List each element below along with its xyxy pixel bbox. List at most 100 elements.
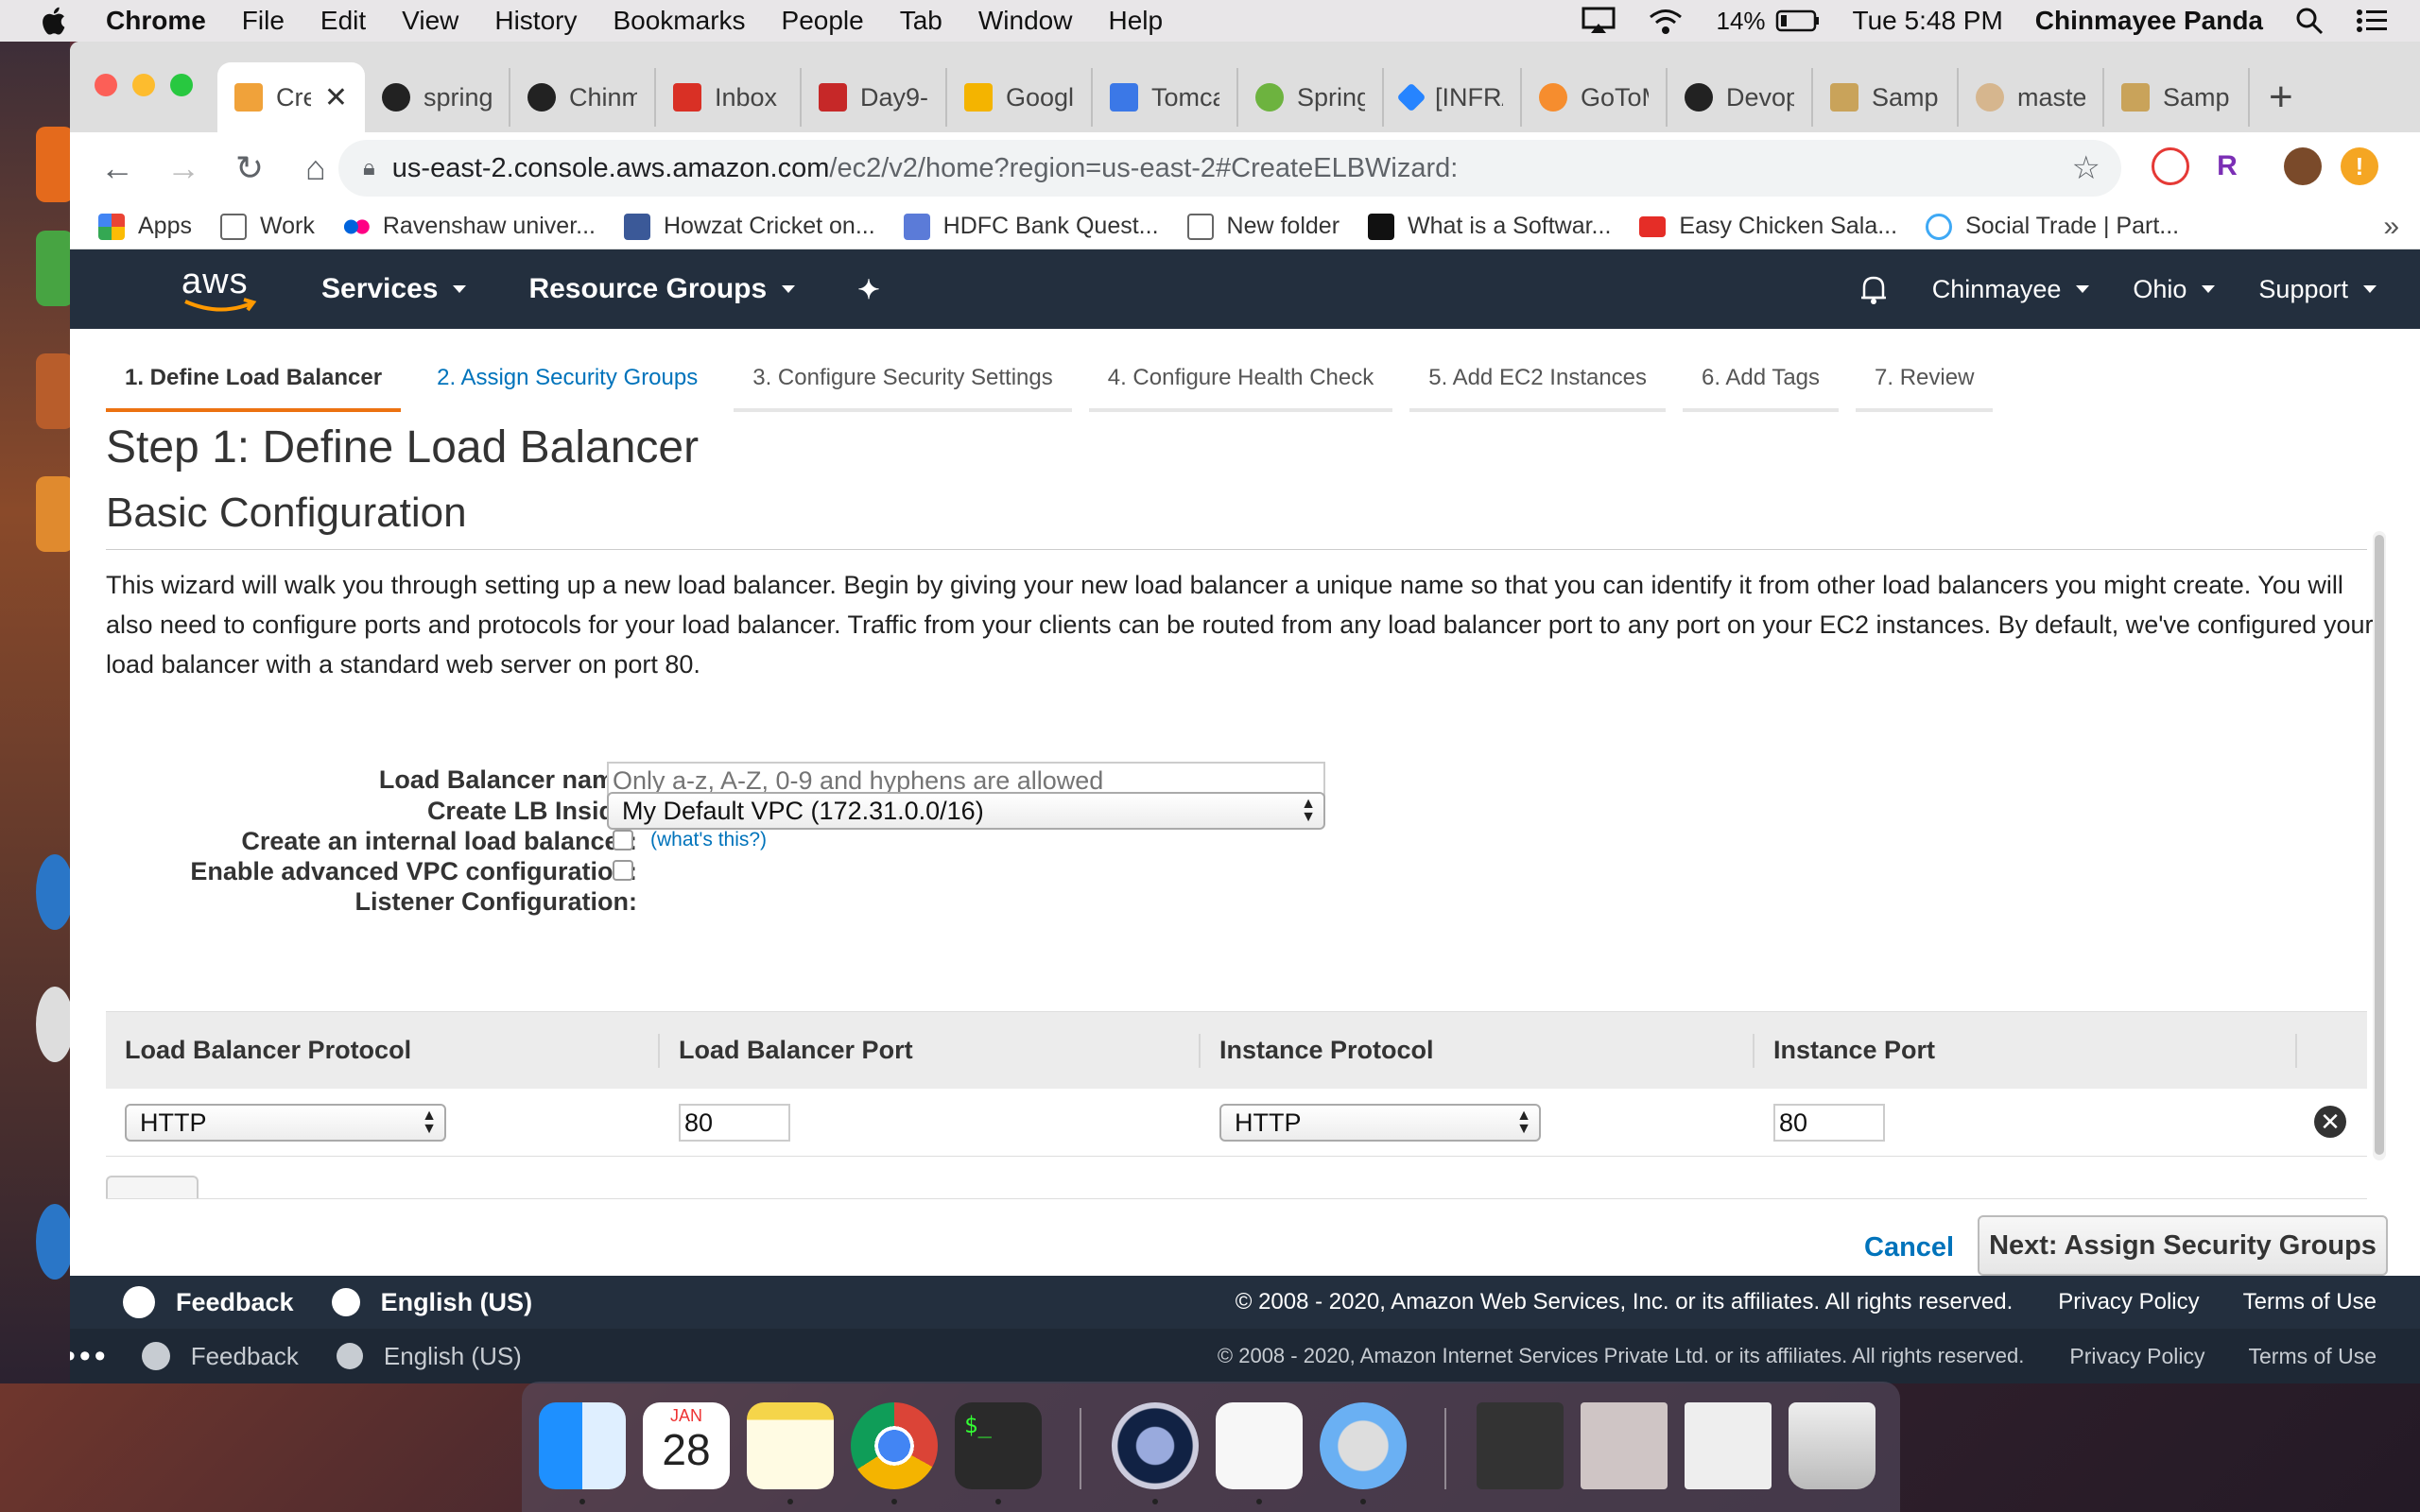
- feedback-link-secondary[interactable]: Feedback: [141, 1342, 299, 1371]
- bookmark-apps[interactable]: Apps: [98, 213, 192, 240]
- bookmark-social-trade[interactable]: Social Trade | Part...: [1926, 213, 2179, 240]
- menu-bookmarks[interactable]: Bookmarks: [613, 6, 745, 36]
- terms-of-use-link[interactable]: Terms of Use: [2243, 1289, 2377, 1315]
- tab[interactable]: GoToM: [1522, 68, 1668, 127]
- lb-port-input[interactable]: 80: [679, 1104, 790, 1142]
- new-tab-plus-icon[interactable]: +: [2269, 74, 2293, 121]
- wizard-step-review[interactable]: 7. Review: [1856, 355, 1994, 412]
- keychain-icon[interactable]: [1320, 1402, 1407, 1489]
- menu-window[interactable]: Window: [978, 6, 1073, 36]
- advanced-vpc-checkbox[interactable]: [613, 860, 633, 881]
- bookmark-chicken-salad[interactable]: Easy Chicken Sala...: [1639, 213, 1897, 240]
- next-assign-security-groups-button[interactable]: Next: Assign Security Groups: [1978, 1215, 2388, 1276]
- bookmark-ravenshaw[interactable]: Ravenshaw univer...: [342, 213, 596, 240]
- privacy-policy-link[interactable]: Privacy Policy: [2058, 1289, 2199, 1315]
- tab[interactable]: Inbox (: [656, 68, 802, 127]
- tab[interactable]: Day9-: [802, 68, 947, 127]
- wizard-step-ec2-instances[interactable]: 5. Add EC2 Instances: [1409, 355, 1667, 412]
- services-menu[interactable]: Services: [321, 273, 467, 305]
- bookmark-howzat[interactable]: Howzat Cricket on...: [623, 213, 875, 240]
- spotlight-search-icon[interactable]: [2295, 7, 2324, 35]
- internal-lb-checkbox[interactable]: [613, 830, 633, 850]
- whats-this-link[interactable]: (what's this?): [650, 829, 767, 851]
- downloads-folder-icon[interactable]: [1477, 1402, 1564, 1489]
- notes-icon[interactable]: [747, 1402, 834, 1489]
- menubar-clock[interactable]: Tue 5:48 PM: [1853, 6, 2003, 36]
- lb-protocol-select[interactable]: HTTP ▲ ▼: [125, 1104, 446, 1142]
- scrollbar-thumb[interactable]: [2375, 535, 2384, 1155]
- zoom-window-button[interactable]: [170, 74, 193, 96]
- tab[interactable]: Tomca: [1093, 68, 1238, 127]
- forward-arrow-icon[interactable]: →: [164, 148, 202, 188]
- notifications-bell-icon[interactable]: [1858, 273, 1889, 305]
- feedback-link[interactable]: Feedback: [123, 1286, 294, 1318]
- bookmarks-overflow-chevron-icon[interactable]: »: [2383, 211, 2399, 243]
- tab[interactable]: master: [1959, 68, 2104, 127]
- address-bar[interactable]: 🔒︎ us-east-2.console.aws.amazon.com /ec2…: [338, 140, 2121, 197]
- trash-icon[interactable]: [1789, 1402, 1876, 1489]
- terms-of-use-link-secondary[interactable]: Terms of Use: [2249, 1344, 2377, 1369]
- lock-icon[interactable]: 🔒︎: [363, 155, 375, 181]
- tab[interactable]: Sample: [1813, 68, 1959, 127]
- quicktime-icon[interactable]: [1112, 1402, 1199, 1489]
- menubar-user[interactable]: Chinmayee Panda: [2035, 6, 2263, 36]
- cancel-button[interactable]: Cancel: [1864, 1232, 1954, 1263]
- resource-groups-menu[interactable]: Resource Groups: [528, 273, 796, 305]
- add-listener-button[interactable]: [106, 1176, 199, 1198]
- tab[interactable]: Google: [947, 68, 1093, 127]
- update-alert-icon[interactable]: !: [2341, 147, 2378, 185]
- profile-avatar[interactable]: [2284, 147, 2322, 185]
- bookmark-hdfc[interactable]: HDFC Bank Quest...: [903, 213, 1159, 240]
- tab-active[interactable]: Cre ✕: [217, 62, 365, 132]
- document-stack-icon[interactable]: [1581, 1402, 1668, 1489]
- account-menu[interactable]: Chinmayee: [1932, 275, 2090, 304]
- menu-file[interactable]: File: [242, 6, 285, 36]
- menu-tab[interactable]: Tab: [900, 6, 942, 36]
- instance-protocol-select[interactable]: HTTP ▲ ▼: [1219, 1104, 1541, 1142]
- back-arrow-icon[interactable]: ←: [98, 148, 136, 188]
- menu-people[interactable]: People: [782, 6, 864, 36]
- region-menu[interactable]: Ohio: [2133, 275, 2216, 304]
- menu-history[interactable]: History: [494, 6, 577, 36]
- language-selector[interactable]: English (US): [331, 1288, 532, 1317]
- wifi-icon[interactable]: [1648, 7, 1684, 35]
- extension-flash-icon[interactable]: [2152, 147, 2189, 185]
- bookmark-software[interactable]: What is a Softwar...: [1368, 213, 1611, 240]
- battery-icon[interactable]: [1775, 9, 1821, 33]
- tab[interactable]: Spring: [1238, 68, 1384, 127]
- textedit-icon[interactable]: [1216, 1402, 1303, 1489]
- menu-view[interactable]: View: [402, 6, 458, 36]
- pin-icon[interactable]: ✦: [857, 274, 879, 305]
- minimize-window-button[interactable]: [132, 74, 155, 96]
- wizard-step-security-groups[interactable]: 2. Assign Security Groups: [418, 355, 717, 412]
- close-window-button[interactable]: [95, 74, 117, 96]
- finder-icon[interactable]: [539, 1402, 626, 1489]
- notification-center-icon[interactable]: [2356, 8, 2388, 34]
- tab[interactable]: Devop: [1668, 68, 1813, 127]
- reload-icon[interactable]: ↻: [231, 148, 268, 188]
- instance-port-input[interactable]: 80: [1773, 1104, 1885, 1142]
- wizard-step-security-settings[interactable]: 3. Configure Security Settings: [734, 355, 1072, 412]
- content-scrollbar[interactable]: [2373, 531, 2386, 1160]
- wizard-step-tags[interactable]: 6. Add Tags: [1683, 355, 1840, 412]
- language-selector-secondary[interactable]: English (US): [336, 1342, 522, 1371]
- vpc-select[interactable]: My Default VPC (172.31.0.0/16) ▲ ▼: [607, 792, 1325, 830]
- extension-r-icon[interactable]: R: [2208, 147, 2246, 185]
- tab[interactable]: Chinm: [510, 68, 656, 127]
- menu-app-name[interactable]: Chrome: [106, 6, 206, 36]
- aws-logo[interactable]: aws: [182, 262, 259, 317]
- bookmark-work[interactable]: Work: [219, 213, 315, 240]
- support-menu[interactable]: Support: [2258, 275, 2377, 304]
- apple-icon[interactable]: [38, 4, 72, 38]
- calendar-icon[interactable]: JAN 28: [643, 1402, 730, 1489]
- tab[interactable]: [INFRA: [1384, 68, 1522, 127]
- home-icon[interactable]: ⌂: [297, 148, 335, 188]
- bookmark-new-folder[interactable]: New folder: [1186, 213, 1340, 240]
- wizard-step-health-check[interactable]: 4. Configure Health Check: [1088, 355, 1393, 412]
- remove-listener-icon[interactable]: ✕: [2314, 1106, 2346, 1138]
- menu-help[interactable]: Help: [1108, 6, 1163, 36]
- terminal-icon[interactable]: $_: [955, 1402, 1042, 1489]
- chrome-icon[interactable]: [851, 1402, 938, 1489]
- close-tab-icon[interactable]: ✕: [324, 81, 348, 114]
- document-stack-icon[interactable]: [1685, 1402, 1772, 1489]
